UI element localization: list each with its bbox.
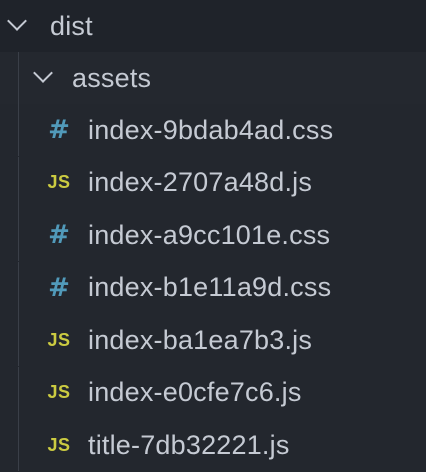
file-item[interactable]: # index-a9cc101e.css xyxy=(0,209,426,261)
file-name: index-b1e11a9d.css xyxy=(88,272,332,302)
chevron-down-icon[interactable] xyxy=(7,11,27,31)
file-item[interactable]: # index-9bdab4ad.css xyxy=(0,104,426,156)
js-file-icon: JS xyxy=(47,329,71,350)
css-file-icon: # xyxy=(48,115,70,145)
file-item[interactable]: JS index-2707a48d.js xyxy=(0,156,426,209)
indent-guide xyxy=(18,366,19,419)
file-name: index-2707a48d.js xyxy=(88,167,313,197)
js-file-icon: JS xyxy=(47,172,71,192)
css-file-icon: # xyxy=(48,272,70,303)
folder-assets[interactable]: assets xyxy=(0,52,426,104)
file-name: index-a9cc101e.css xyxy=(88,219,331,250)
file-item[interactable]: JS title-7db32221.js xyxy=(0,419,426,471)
indent-guide xyxy=(18,52,19,104)
folder-name-assets: assets xyxy=(72,62,152,93)
file-name: title-7db32221.js xyxy=(88,429,290,460)
file-item[interactable]: # index-b1e11a9d.css xyxy=(0,261,426,314)
js-file-icon: JS xyxy=(47,382,71,402)
indent-guide xyxy=(18,104,19,156)
file-explorer-tree: dist assets # index-9bdab4ad.css JS index-2… xyxy=(0,0,426,472)
indent-guide xyxy=(18,314,19,366)
chevron-down-icon[interactable] xyxy=(33,63,53,83)
file-item[interactable]: JS index-e0cfe7c6.js xyxy=(0,366,426,419)
indent-guide xyxy=(18,156,19,209)
folder-dist[interactable]: dist xyxy=(0,0,426,52)
file-item[interactable]: JS index-ba1ea7b3.js xyxy=(0,314,426,366)
file-name: index-9bdab4ad.css xyxy=(88,114,334,145)
indent-guide xyxy=(18,261,19,314)
css-file-icon: # xyxy=(48,220,70,250)
file-name: index-ba1ea7b3.js xyxy=(88,324,313,355)
file-name: index-e0cfe7c6.js xyxy=(88,377,302,407)
folder-name-dist: dist xyxy=(50,10,93,41)
js-file-icon: JS xyxy=(47,434,71,455)
indent-guide xyxy=(18,419,19,471)
indent-guide xyxy=(18,209,19,261)
